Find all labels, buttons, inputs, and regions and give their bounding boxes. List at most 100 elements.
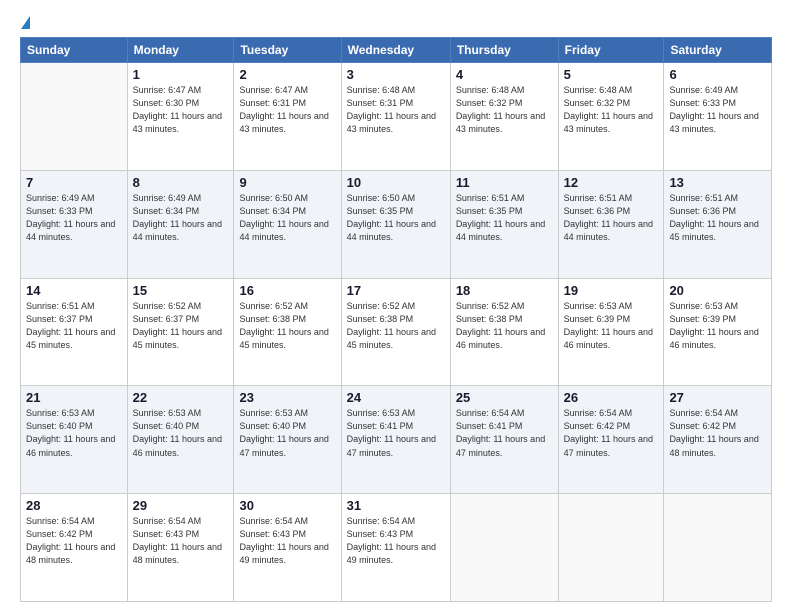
calendar-cell: 18 Sunrise: 6:52 AMSunset: 6:38 PMDaylig… <box>450 278 558 386</box>
day-info: Sunrise: 6:53 AMSunset: 6:40 PMDaylight:… <box>133 408 222 457</box>
calendar-week-row: 1 Sunrise: 6:47 AMSunset: 6:30 PMDayligh… <box>21 63 772 171</box>
calendar-day-header: Tuesday <box>234 38 341 63</box>
header <box>20 16 772 27</box>
page: SundayMondayTuesdayWednesdayThursdayFrid… <box>0 0 792 612</box>
day-number: 9 <box>239 175 335 190</box>
calendar-day-header: Wednesday <box>341 38 450 63</box>
day-info: Sunrise: 6:47 AMSunset: 6:31 PMDaylight:… <box>239 85 328 134</box>
calendar-day-header: Saturday <box>664 38 772 63</box>
calendar-cell: 2 Sunrise: 6:47 AMSunset: 6:31 PMDayligh… <box>234 63 341 171</box>
day-info: Sunrise: 6:49 AMSunset: 6:33 PMDaylight:… <box>26 193 115 242</box>
calendar-cell: 26 Sunrise: 6:54 AMSunset: 6:42 PMDaylig… <box>558 386 664 494</box>
calendar-cell: 4 Sunrise: 6:48 AMSunset: 6:32 PMDayligh… <box>450 63 558 171</box>
calendar-cell: 24 Sunrise: 6:53 AMSunset: 6:41 PMDaylig… <box>341 386 450 494</box>
day-number: 10 <box>347 175 445 190</box>
calendar-week-row: 7 Sunrise: 6:49 AMSunset: 6:33 PMDayligh… <box>21 170 772 278</box>
calendar-cell: 7 Sunrise: 6:49 AMSunset: 6:33 PMDayligh… <box>21 170 128 278</box>
calendar-cell: 10 Sunrise: 6:50 AMSunset: 6:35 PMDaylig… <box>341 170 450 278</box>
day-info: Sunrise: 6:54 AMSunset: 6:43 PMDaylight:… <box>347 516 436 565</box>
calendar-cell <box>664 494 772 602</box>
calendar-cell: 15 Sunrise: 6:52 AMSunset: 6:37 PMDaylig… <box>127 278 234 386</box>
calendar-cell: 9 Sunrise: 6:50 AMSunset: 6:34 PMDayligh… <box>234 170 341 278</box>
calendar-cell: 11 Sunrise: 6:51 AMSunset: 6:35 PMDaylig… <box>450 170 558 278</box>
calendar-week-row: 28 Sunrise: 6:54 AMSunset: 6:42 PMDaylig… <box>21 494 772 602</box>
day-info: Sunrise: 6:47 AMSunset: 6:30 PMDaylight:… <box>133 85 222 134</box>
day-info: Sunrise: 6:54 AMSunset: 6:43 PMDaylight:… <box>239 516 328 565</box>
calendar-cell: 23 Sunrise: 6:53 AMSunset: 6:40 PMDaylig… <box>234 386 341 494</box>
day-number: 18 <box>456 283 553 298</box>
day-number: 23 <box>239 390 335 405</box>
day-number: 15 <box>133 283 229 298</box>
day-number: 1 <box>133 67 229 82</box>
day-info: Sunrise: 6:48 AMSunset: 6:32 PMDaylight:… <box>564 85 653 134</box>
calendar-header-row: SundayMondayTuesdayWednesdayThursdayFrid… <box>21 38 772 63</box>
day-info: Sunrise: 6:53 AMSunset: 6:39 PMDaylight:… <box>564 301 653 350</box>
day-info: Sunrise: 6:54 AMSunset: 6:43 PMDaylight:… <box>133 516 222 565</box>
day-number: 22 <box>133 390 229 405</box>
calendar-cell: 31 Sunrise: 6:54 AMSunset: 6:43 PMDaylig… <box>341 494 450 602</box>
calendar-day-header: Sunday <box>21 38 128 63</box>
calendar-cell: 30 Sunrise: 6:54 AMSunset: 6:43 PMDaylig… <box>234 494 341 602</box>
day-info: Sunrise: 6:51 AMSunset: 6:36 PMDaylight:… <box>669 193 758 242</box>
day-number: 28 <box>26 498 122 513</box>
day-info: Sunrise: 6:52 AMSunset: 6:37 PMDaylight:… <box>133 301 222 350</box>
day-info: Sunrise: 6:49 AMSunset: 6:34 PMDaylight:… <box>133 193 222 242</box>
day-info: Sunrise: 6:51 AMSunset: 6:36 PMDaylight:… <box>564 193 653 242</box>
day-number: 5 <box>564 67 659 82</box>
calendar-cell: 17 Sunrise: 6:52 AMSunset: 6:38 PMDaylig… <box>341 278 450 386</box>
day-number: 17 <box>347 283 445 298</box>
day-info: Sunrise: 6:50 AMSunset: 6:34 PMDaylight:… <box>239 193 328 242</box>
day-info: Sunrise: 6:48 AMSunset: 6:31 PMDaylight:… <box>347 85 436 134</box>
calendar-cell: 14 Sunrise: 6:51 AMSunset: 6:37 PMDaylig… <box>21 278 128 386</box>
calendar-cell: 29 Sunrise: 6:54 AMSunset: 6:43 PMDaylig… <box>127 494 234 602</box>
calendar-cell: 5 Sunrise: 6:48 AMSunset: 6:32 PMDayligh… <box>558 63 664 171</box>
day-info: Sunrise: 6:53 AMSunset: 6:41 PMDaylight:… <box>347 408 436 457</box>
logo-triangle-icon <box>21 16 30 29</box>
day-info: Sunrise: 6:54 AMSunset: 6:42 PMDaylight:… <box>669 408 758 457</box>
day-number: 16 <box>239 283 335 298</box>
day-info: Sunrise: 6:53 AMSunset: 6:40 PMDaylight:… <box>239 408 328 457</box>
day-info: Sunrise: 6:50 AMSunset: 6:35 PMDaylight:… <box>347 193 436 242</box>
day-number: 13 <box>669 175 766 190</box>
calendar-day-header: Friday <box>558 38 664 63</box>
calendar-cell: 1 Sunrise: 6:47 AMSunset: 6:30 PMDayligh… <box>127 63 234 171</box>
calendar-cell: 20 Sunrise: 6:53 AMSunset: 6:39 PMDaylig… <box>664 278 772 386</box>
day-info: Sunrise: 6:51 AMSunset: 6:37 PMDaylight:… <box>26 301 115 350</box>
day-number: 29 <box>133 498 229 513</box>
calendar-cell: 12 Sunrise: 6:51 AMSunset: 6:36 PMDaylig… <box>558 170 664 278</box>
calendar-cell <box>558 494 664 602</box>
day-number: 30 <box>239 498 335 513</box>
calendar-cell: 25 Sunrise: 6:54 AMSunset: 6:41 PMDaylig… <box>450 386 558 494</box>
day-info: Sunrise: 6:49 AMSunset: 6:33 PMDaylight:… <box>669 85 758 134</box>
day-info: Sunrise: 6:51 AMSunset: 6:35 PMDaylight:… <box>456 193 545 242</box>
calendar-cell <box>21 63 128 171</box>
day-info: Sunrise: 6:54 AMSunset: 6:42 PMDaylight:… <box>26 516 115 565</box>
calendar-cell <box>450 494 558 602</box>
day-number: 14 <box>26 283 122 298</box>
day-number: 21 <box>26 390 122 405</box>
calendar-cell: 8 Sunrise: 6:49 AMSunset: 6:34 PMDayligh… <box>127 170 234 278</box>
calendar-cell: 28 Sunrise: 6:54 AMSunset: 6:42 PMDaylig… <box>21 494 128 602</box>
day-info: Sunrise: 6:52 AMSunset: 6:38 PMDaylight:… <box>239 301 328 350</box>
calendar-cell: 27 Sunrise: 6:54 AMSunset: 6:42 PMDaylig… <box>664 386 772 494</box>
calendar-week-row: 21 Sunrise: 6:53 AMSunset: 6:40 PMDaylig… <box>21 386 772 494</box>
calendar-week-row: 14 Sunrise: 6:51 AMSunset: 6:37 PMDaylig… <box>21 278 772 386</box>
day-number: 12 <box>564 175 659 190</box>
day-number: 7 <box>26 175 122 190</box>
calendar-day-header: Monday <box>127 38 234 63</box>
calendar-day-header: Thursday <box>450 38 558 63</box>
calendar-cell: 19 Sunrise: 6:53 AMSunset: 6:39 PMDaylig… <box>558 278 664 386</box>
day-number: 27 <box>669 390 766 405</box>
day-info: Sunrise: 6:52 AMSunset: 6:38 PMDaylight:… <box>456 301 545 350</box>
day-number: 4 <box>456 67 553 82</box>
calendar-table: SundayMondayTuesdayWednesdayThursdayFrid… <box>20 37 772 602</box>
logo <box>20 16 30 27</box>
day-number: 31 <box>347 498 445 513</box>
calendar-cell: 6 Sunrise: 6:49 AMSunset: 6:33 PMDayligh… <box>664 63 772 171</box>
day-number: 24 <box>347 390 445 405</box>
day-info: Sunrise: 6:54 AMSunset: 6:42 PMDaylight:… <box>564 408 653 457</box>
day-number: 11 <box>456 175 553 190</box>
day-info: Sunrise: 6:53 AMSunset: 6:39 PMDaylight:… <box>669 301 758 350</box>
calendar-cell: 16 Sunrise: 6:52 AMSunset: 6:38 PMDaylig… <box>234 278 341 386</box>
day-info: Sunrise: 6:53 AMSunset: 6:40 PMDaylight:… <box>26 408 115 457</box>
